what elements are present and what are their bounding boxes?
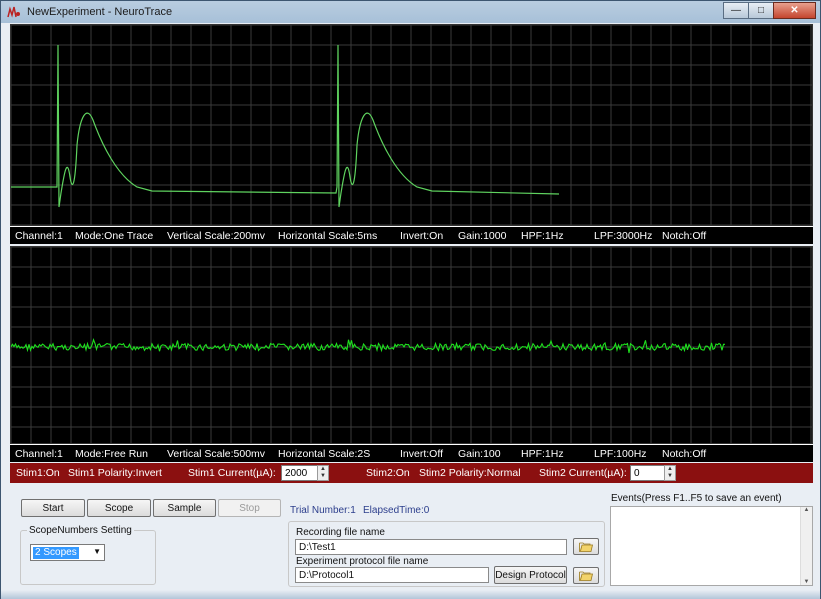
start-button[interactable]: Start <box>21 499 85 517</box>
recording-file-label: Recording file name <box>296 527 385 538</box>
scope-numbers-select[interactable]: 2 Scopes ▼ <box>30 544 105 561</box>
spin-up-icon[interactable]: ▲ <box>665 466 675 473</box>
scope-1-hpf: HPF:1Hz <box>521 230 564 242</box>
scope-1-vertical-scale: Vertical Scale:200mv <box>167 230 266 242</box>
stim1-current-spinner[interactable]: ▲ ▼ <box>317 465 329 481</box>
events-list[interactable]: ▲ ▼ <box>610 506 813 586</box>
protocol-browse-button[interactable] <box>573 567 599 584</box>
scope-numbers-title: ScopeNumbers Setting <box>27 525 134 536</box>
title-bar[interactable]: NewExperiment - NeuroTrace — □ ✕ <box>1 1 820 23</box>
scope-2-gain: Gain:100 <box>458 448 501 460</box>
stop-button[interactable]: Stop <box>218 499 281 517</box>
close-button[interactable]: ✕ <box>773 2 816 19</box>
stim1-current-input[interactable]: 2000 <box>281 465 318 481</box>
design-protocol-button[interactable]: Design Protocol <box>494 566 567 584</box>
stim2-current-label: Stim2 Current(µA): <box>539 467 627 479</box>
stimulus-bar: Stim1:On Stim1 Polarity:Invert Stim1 Cur… <box>10 463 813 483</box>
window-controls: — □ ✕ <box>723 2 816 19</box>
events-label: Events(Press F1..F5 to save an event) <box>611 493 782 504</box>
stim2-polarity: Stim2 Polarity:Normal <box>419 467 521 479</box>
scope-1-channel: Channel:1 <box>15 230 63 242</box>
scope-2-invert: Invert:Off <box>400 448 443 460</box>
app-icon <box>7 5 21 19</box>
scope-1-mode: Mode:One Trace <box>75 230 154 242</box>
stim1-current-label: Stim1 Current(µA): <box>188 467 276 479</box>
scroll-down-icon[interactable]: ▼ <box>804 579 810 585</box>
stim2-status: Stim2:On <box>366 467 410 479</box>
scroll-up-icon[interactable]: ▲ <box>804 507 810 513</box>
protocol-file-label: Experiment protocol file name <box>296 556 429 567</box>
scope-1-trace <box>11 44 560 208</box>
scope-2-hpf: HPF:1Hz <box>521 448 564 460</box>
folder-icon <box>579 571 593 581</box>
scope-1-gain: Gain:1000 <box>458 230 507 242</box>
stim2-current-spinner[interactable]: ▲ ▼ <box>664 465 676 481</box>
scope-button[interactable]: Scope <box>87 499 151 517</box>
scope-2-display <box>10 246 813 444</box>
scope-1-notch: Notch:Off <box>662 230 707 242</box>
scope-2-channel: Channel:1 <box>15 448 63 460</box>
recording-file-input[interactable]: D:\Test1 <box>295 539 567 555</box>
scope-1-plot <box>11 25 812 225</box>
stim2-current-input[interactable]: 0 <box>630 465 665 481</box>
spin-up-icon[interactable]: ▲ <box>318 466 328 473</box>
scope-1-horizontal-scale: Horizontal Scale:5ms <box>278 230 378 242</box>
spin-down-icon[interactable]: ▼ <box>665 473 675 480</box>
scope-2-horizontal-scale: Horizontal Scale:2S <box>278 448 371 460</box>
scope-2-info-bar: Channel:1 Mode:Free Run Vertical Scale:5… <box>10 444 813 462</box>
stim1-polarity: Stim1 Polarity:Invert <box>68 467 162 479</box>
scope-numbers-selected: 2 Scopes <box>33 547 79 559</box>
protocol-file-input[interactable]: D:\Protocol1 <box>295 567 489 583</box>
window-bottom-edge <box>1 590 820 599</box>
maximize-button[interactable]: □ <box>748 2 774 19</box>
scope-2-trace <box>11 337 725 354</box>
scope-2-plot <box>11 247 812 443</box>
events-scrollbar[interactable]: ▲ ▼ <box>800 507 812 585</box>
elapsed-time: ElapsedTime:0 <box>363 505 430 516</box>
scope-1-invert: Invert:On <box>400 230 444 242</box>
sample-button[interactable]: Sample <box>153 499 216 517</box>
scope-2-mode: Mode:Free Run <box>75 448 148 460</box>
chevron-down-icon[interactable]: ▼ <box>93 547 101 556</box>
main-window: NewExperiment - NeuroTrace — □ ✕ Channel… <box>0 0 821 599</box>
scope-2-lpf: LPF:100Hz <box>594 448 647 460</box>
minimize-button[interactable]: — <box>723 2 749 19</box>
trial-number: Trial Number:1 <box>290 505 356 516</box>
stim1-status: Stim1:On <box>16 467 60 479</box>
folder-icon <box>579 542 593 552</box>
scope-2-vertical-scale: Vertical Scale:500mv <box>167 448 266 460</box>
scope-2-notch: Notch:Off <box>662 448 707 460</box>
recording-browse-button[interactable] <box>573 538 599 555</box>
scope-1-info-bar: Channel:1 Mode:One Trace Vertical Scale:… <box>10 226 813 244</box>
window-title: NewExperiment - NeuroTrace <box>27 6 173 18</box>
scope-1-display <box>10 24 813 226</box>
spin-down-icon[interactable]: ▼ <box>318 473 328 480</box>
scope-1-lpf: LPF:3000Hz <box>594 230 653 242</box>
